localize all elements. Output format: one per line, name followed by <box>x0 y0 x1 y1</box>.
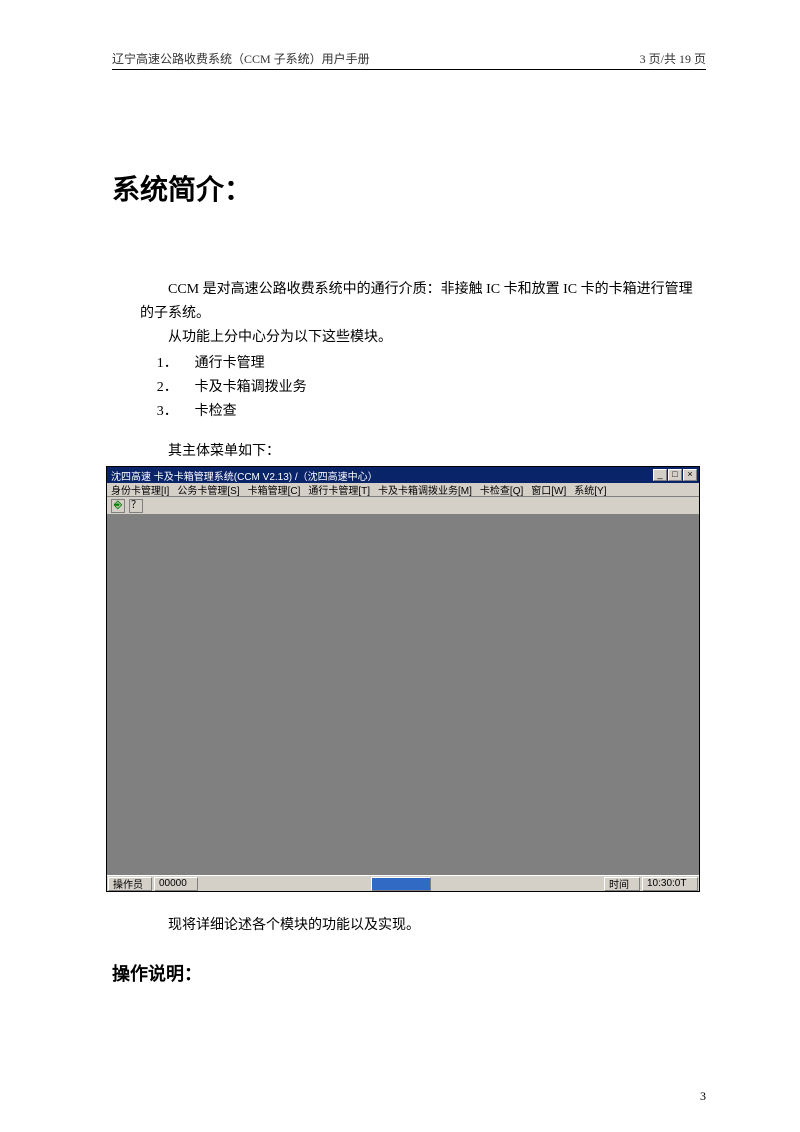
module-label: 通行卡管理 <box>195 352 265 376</box>
window-controls: _ □ × <box>653 469 697 481</box>
module-number: 1． <box>157 352 178 376</box>
module-label: 卡及卡箱调拨业务 <box>195 376 307 400</box>
status-spacer <box>200 877 369 891</box>
toolbar: ⎆ ？ <box>107 497 699 515</box>
exit-icon[interactable]: ⎆ <box>111 499 125 513</box>
status-time-label: 时间 <box>604 877 640 891</box>
page-header: 辽宁高速公路收费系统（CCM 子系统）用户手册 3 页/共 19 页 <box>112 50 706 70</box>
titlebar-text: 沈四高速 卡及卡箱管理系统(CCM V2.13) /（沈四高速中心） <box>111 468 378 483</box>
menu-cardbox[interactable]: 卡箱管理[C] <box>246 483 303 497</box>
intro-paragraph-1: CCM 是对高速公路收费系统中的通行介质：非接触 IC 卡和放置 IC 卡的卡箱… <box>140 278 706 326</box>
header-left: 辽宁高速公路收费系统（CCM 子系统）用户手册 <box>112 50 370 67</box>
status-operator-label: 操作员 <box>108 877 152 891</box>
menubar: 身份卡管理[I] 公务卡管理[S] 卡箱管理[C] 通行卡管理[T] 卡及卡箱调… <box>107 483 699 497</box>
module-list: 1． 通行卡管理 2． 卡及卡箱调拨业务 3． 卡检查 <box>157 352 706 424</box>
status-spacer <box>433 877 602 891</box>
after-screenshot-text: 现将详细论述各个模块的功能以及实现。 <box>140 914 706 938</box>
intro-paragraph-2: 从功能上分中心分为以下这些模块。 <box>140 326 706 350</box>
menu-identity-card[interactable]: 身份卡管理[I] <box>109 483 171 497</box>
statusbar: 操作员 00000 时间 10:30:0T <box>107 875 699 891</box>
heading-operation: 操作说明： <box>112 960 706 986</box>
module-number: 3． <box>157 400 178 424</box>
menu-card-check[interactable]: 卡检查[Q] <box>478 483 525 497</box>
heading-system-intro: 系统简介： <box>112 168 706 208</box>
help-icon[interactable]: ？ <box>129 499 143 513</box>
app-window: 沈四高速 卡及卡箱管理系统(CCM V2.13) /（沈四高速中心） _ □ ×… <box>106 466 700 892</box>
module-item: 2． 卡及卡箱调拨业务 <box>157 376 706 400</box>
menu-window[interactable]: 窗口[W] <box>529 483 568 497</box>
minimize-button[interactable]: _ <box>653 469 667 481</box>
menu-pass-card[interactable]: 通行卡管理[T] <box>306 483 372 497</box>
menu-official-card[interactable]: 公务卡管理[S] <box>175 483 241 497</box>
status-operator-id: 00000 <box>154 877 198 891</box>
titlebar: 沈四高速 卡及卡箱管理系统(CCM V2.13) /（沈四高速中心） _ □ × <box>107 467 699 483</box>
module-item: 3． 卡检查 <box>157 400 706 424</box>
client-area <box>107 515 699 875</box>
module-item: 1． 通行卡管理 <box>157 352 706 376</box>
before-screenshot-text: 其主体菜单如下： <box>140 440 706 464</box>
close-button[interactable]: × <box>683 469 697 481</box>
maximize-button[interactable]: □ <box>668 469 682 481</box>
status-highlight <box>371 877 431 891</box>
menu-system[interactable]: 系统[Y] <box>572 483 608 497</box>
header-right: 3 页/共 19 页 <box>640 50 706 67</box>
page-number: 3 <box>700 1089 706 1104</box>
menu-dispatch[interactable]: 卡及卡箱调拨业务[M] <box>376 483 474 497</box>
module-number: 2． <box>157 376 178 400</box>
module-label: 卡检查 <box>195 400 237 424</box>
status-time-value: 10:30:0T <box>642 877 698 891</box>
